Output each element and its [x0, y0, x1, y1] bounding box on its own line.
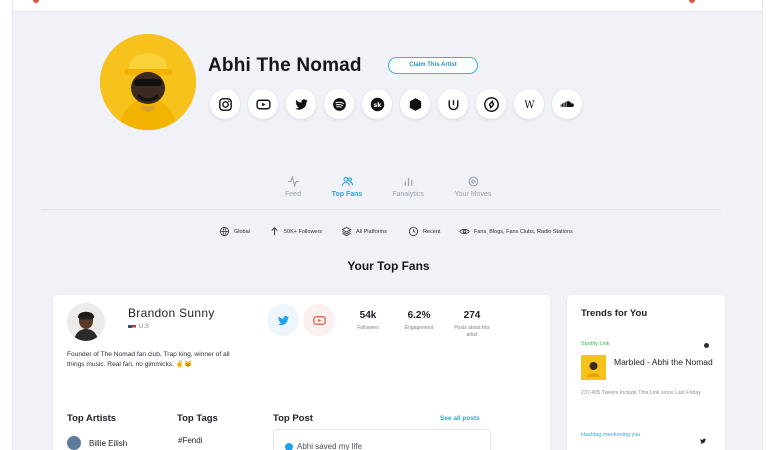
instagram-icon[interactable]: [210, 89, 240, 119]
top-artist-name: Billie Eilish: [89, 438, 128, 448]
top-artist-item[interactable]: Billie Eilish: [67, 436, 127, 450]
spotify-icon[interactable]: [324, 89, 354, 119]
svg-text:sk: sk: [373, 100, 382, 108]
filter-followers[interactable]: 50K+ Followers: [269, 226, 322, 237]
top-post-heading: Top Post: [273, 413, 313, 424]
artist-thumbnail: [67, 436, 81, 450]
filter-region[interactable]: Global: [219, 226, 250, 237]
tab-fanalytics-label: Fanalytics: [392, 191, 424, 198]
shazam-icon[interactable]: [476, 89, 506, 119]
twitter-icon: [277, 315, 289, 325]
layers-icon: [341, 226, 352, 237]
tab-feed[interactable]: Feed: [263, 175, 323, 198]
bar-chart-icon: [378, 175, 438, 189]
see-all-posts-link[interactable]: See all posts: [440, 415, 480, 422]
arrow-up-icon: [271, 227, 278, 236]
tab-top-fans-label: Top Fans: [331, 191, 363, 198]
us-flag-icon: [128, 324, 136, 330]
top-bar: [13, 0, 762, 12]
target-icon: [443, 175, 503, 189]
soundcloud-icon[interactable]: [552, 89, 582, 119]
trend-source-2: Hashtag mentioning you: [581, 432, 641, 438]
youtube-icon[interactable]: [248, 89, 278, 119]
tab-your-moves[interactable]: Your Moves: [443, 175, 503, 198]
stat-posts: 274 Posts about this artist: [447, 310, 497, 339]
stat-engagement: 6.2% Engagement: [394, 310, 444, 332]
stat-followers-label: Followers: [357, 325, 379, 331]
fan-card: Brandon Sunny U.S 54k Followers 6.2% Eng…: [53, 295, 550, 450]
trend-meta: 237,405 Tweets Include This Link since L…: [581, 390, 701, 396]
trends-panel: Trends for You Spotify Link Marbled - Ab…: [567, 295, 725, 450]
top-bar-dot: [689, 0, 695, 3]
fan-name[interactable]: Brandon Sunny: [128, 306, 215, 320]
clock-icon: [408, 226, 419, 237]
youtube-icon: [312, 315, 326, 325]
trends-title: Trends for You: [581, 308, 648, 319]
trend-source: Spotify Link: [581, 341, 610, 347]
filter-time-label: Recent: [423, 228, 441, 235]
tab-top-fans[interactable]: Top Fans: [317, 175, 377, 198]
artist-name: Abhi The Nomad: [208, 55, 362, 76]
stat-engagement-label: Engagement: [404, 325, 434, 331]
top-tags-heading: Top Tags: [177, 413, 218, 424]
fan-location-label: U.S: [139, 324, 150, 330]
filter-platforms[interactable]: All Platforms: [341, 226, 387, 237]
filter-platforms-label: All Platforms: [356, 228, 387, 235]
tab-feed-label: Feed: [285, 191, 301, 198]
filter-types-label: Fans, Blogs, Fans Clubs, Radio Stations: [474, 228, 573, 235]
section-title: Your Top Fans: [347, 259, 430, 273]
top-tag-item[interactable]: #Fendi: [178, 436, 202, 445]
filter-region-label: Global: [234, 228, 250, 235]
svg-text:W: W: [524, 100, 535, 111]
stat-posts-label: Posts about this artist: [454, 325, 490, 338]
eye-icon: [459, 229, 470, 234]
activity-icon: [263, 175, 323, 189]
bandsintown-icon[interactable]: [400, 89, 430, 119]
tab-divider: [41, 209, 721, 210]
app-frame: Abhi The Nomad Claim This Artist sk W Fe…: [12, 0, 763, 450]
more-dot-icon[interactable]: [704, 343, 709, 348]
songkick-icon[interactable]: sk: [362, 89, 392, 119]
top-artists-heading: Top Artists: [67, 413, 117, 424]
twitter-icon: [285, 443, 293, 450]
top-post-text: Abhi saved my life: [297, 442, 362, 450]
trend-thumbnail[interactable]: [581, 355, 606, 380]
fan-location: U.S: [128, 324, 149, 330]
fan-avatar[interactable]: [67, 303, 105, 341]
tab-fanalytics[interactable]: Fanalytics: [378, 175, 438, 198]
filter-followers-label: 50K+ Followers: [284, 228, 323, 235]
artist-avatar: [100, 34, 196, 130]
filter-time[interactable]: Recent: [408, 226, 440, 237]
claim-artist-button[interactable]: Claim This Artist: [388, 57, 478, 74]
stat-posts-value: 274: [463, 310, 481, 321]
trend-name[interactable]: Marbled - Abhi the Nomad: [614, 356, 714, 368]
users-icon: [317, 175, 377, 189]
fan-twitter-link[interactable]: [267, 304, 299, 336]
stat-followers-value: 54k: [359, 310, 377, 321]
stat-engagement-value: 6.2%: [407, 310, 431, 321]
twitter-icon[interactable]: [286, 89, 316, 119]
fan-youtube-link[interactable]: [303, 304, 335, 336]
genius-icon[interactable]: [438, 89, 468, 119]
social-links: sk W: [210, 89, 582, 119]
top-bar-dot: [33, 0, 39, 3]
tab-your-moves-label: Your Moves: [454, 191, 492, 198]
fan-bio: Founder of The Nomad fan club, Trap king…: [67, 351, 230, 368]
filter-types[interactable]: Fans, Blogs, Fans Clubs, Radio Stations: [459, 226, 573, 237]
globe-icon: [219, 226, 230, 237]
twitter-icon: [699, 432, 707, 450]
stat-followers: 54k Followers: [343, 310, 393, 332]
wikipedia-icon[interactable]: W: [514, 89, 544, 119]
